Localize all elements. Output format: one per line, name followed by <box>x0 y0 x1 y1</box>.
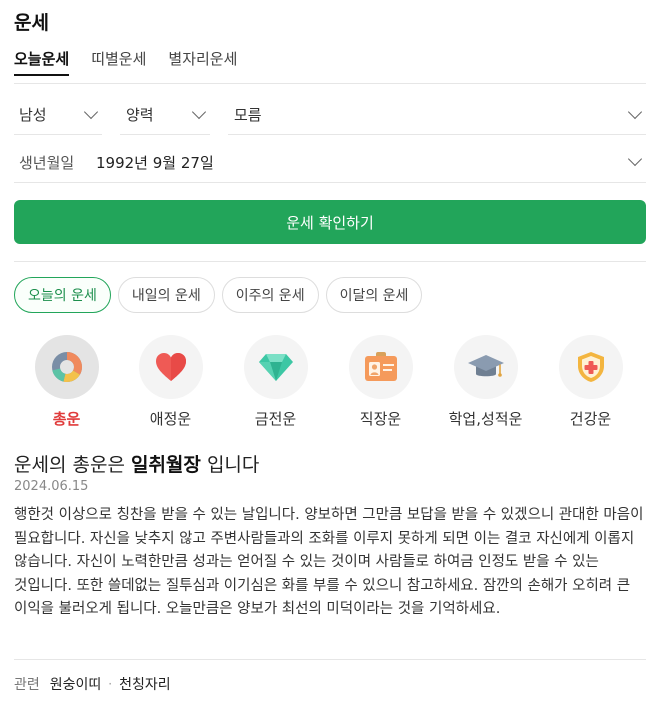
calendar-type-value: 양력 <box>126 106 154 124</box>
tab-zodiac-animal-fortune[interactable]: 띠별운세 <box>91 46 146 84</box>
chevron-down-icon <box>83 104 99 119</box>
birth-date-select[interactable]: 생년월일 1992년 9월 27일 <box>14 142 646 183</box>
birth-date-value: 1992년 9월 27일 <box>96 153 214 172</box>
category-label: 건강운 <box>569 410 612 428</box>
category-health[interactable]: 건강운 <box>538 335 643 429</box>
related-label: 관련 <box>14 677 40 693</box>
diamond-icon <box>258 354 293 381</box>
category-love[interactable]: 애정운 <box>118 335 223 429</box>
shield-cross-icon <box>577 352 604 382</box>
category-label: 학업,성적운 <box>448 410 523 428</box>
fortune-tabs: 오늘운세 띠별운세 별자리운세 <box>14 46 259 84</box>
related-links: 관련 원숭이띠 · 천칭자리 <box>14 674 171 694</box>
category-study[interactable]: 학업,성적운 <box>433 335 538 429</box>
chevron-down-icon <box>627 151 643 167</box>
fortune-date: 2024.06.15 <box>14 479 89 494</box>
category-label: 직장운 <box>359 410 402 428</box>
gender-select[interactable]: 남성 <box>14 95 102 135</box>
birth-time-value: 모름 <box>234 106 262 124</box>
tab-today-fortune[interactable]: 오늘운세 <box>14 46 70 84</box>
gender-value: 남성 <box>19 106 47 124</box>
birth-date-label: 생년월일 <box>19 153 75 172</box>
headline-prefix: 운세의 총운은 <box>14 454 125 476</box>
pill-today[interactable]: 오늘의 운세 <box>14 277 111 313</box>
period-pills: 오늘의 운세 내일의 운세 이주의 운세 이달의 운세 <box>14 277 429 313</box>
section-divider <box>14 261 646 262</box>
id-card-icon <box>364 352 397 381</box>
donut-chart-icon <box>51 352 82 382</box>
category-label: 애정운 <box>149 410 192 428</box>
pill-this-week[interactable]: 이주의 운세 <box>221 277 319 313</box>
category-label: 금전운 <box>254 410 297 428</box>
birth-time-select[interactable]: 모름 <box>228 95 646 135</box>
tab-constellation-fortune[interactable]: 별자리운세 <box>168 46 237 84</box>
chevron-down-icon <box>191 104 207 119</box>
graduation-cap-icon <box>467 355 504 377</box>
category-money[interactable]: 금전운 <box>223 335 328 429</box>
calendar-type-select[interactable]: 양력 <box>120 95 210 135</box>
related-link-monkey[interactable]: 원숭이띠 <box>50 674 102 694</box>
category-label: 총운 <box>52 410 81 428</box>
chevron-down-icon <box>627 104 643 119</box>
related-separator: · <box>108 677 113 691</box>
headline-suffix: 입니다 <box>206 454 260 476</box>
related-link-libra[interactable]: 천칭자리 <box>119 674 171 694</box>
category-career[interactable]: 직장운 <box>328 335 433 429</box>
pill-tomorrow[interactable]: 내일의 운세 <box>117 277 215 313</box>
page-title: 운세 <box>14 12 49 34</box>
fortune-description: 행한것 이상으로 칭찬을 받을 수 있는 날입니다. 양보하면 그만큼 보답을 … <box>14 507 644 617</box>
tabs-divider <box>14 83 646 84</box>
pill-this-month[interactable]: 이달의 운세 <box>325 277 423 313</box>
heart-icon <box>155 353 186 381</box>
fortune-keyword: 일취월장 <box>130 454 201 476</box>
fortune-categories: 총운 애정운 금전운 직장운 학업,성적운 건강운 <box>14 335 654 435</box>
footer-divider <box>14 659 646 660</box>
category-overall[interactable]: 총운 <box>14 335 119 429</box>
fortune-headline: 운세의 총운은 일취월장 입니다 <box>14 450 259 477</box>
check-fortune-button[interactable]: 운세 확인하기 <box>14 200 646 244</box>
